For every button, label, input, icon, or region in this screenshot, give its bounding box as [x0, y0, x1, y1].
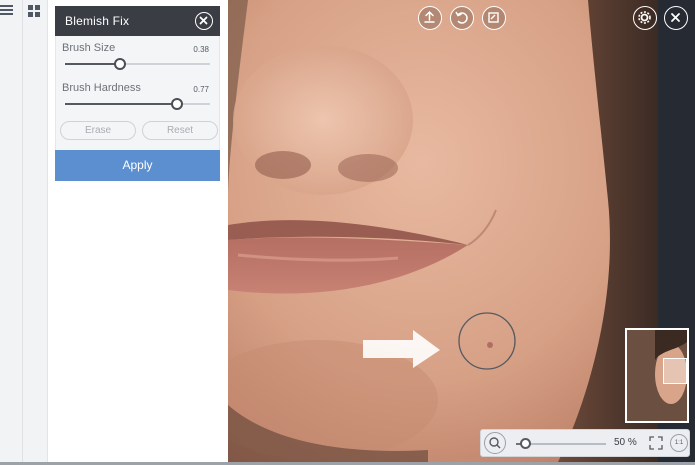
navigator-thumbnail[interactable]	[625, 328, 689, 423]
navigator-viewport[interactable]	[663, 358, 687, 384]
close-editor-icon[interactable]	[664, 6, 688, 30]
upload-icon[interactable]	[418, 6, 442, 30]
grid-icon[interactable]	[27, 4, 43, 18]
panel-header: Blemish Fix	[55, 6, 220, 36]
action-row: Erase Reset	[56, 116, 219, 144]
erase-button[interactable]: Erase	[60, 121, 136, 140]
undo-icon[interactable]	[450, 6, 474, 30]
brush-hardness-label: Brush Hardness	[62, 82, 141, 94]
actual-size-icon[interactable]: 1:1	[670, 434, 688, 452]
brush-size-slider: Brush Size 0.38	[56, 36, 219, 76]
zoom-bar: 50 % 1:1	[480, 429, 690, 457]
left-rail	[0, 0, 48, 462]
face-photo	[228, 0, 658, 462]
reset-button[interactable]: Reset	[142, 121, 218, 140]
close-icon[interactable]	[195, 12, 213, 30]
brush-hardness-handle[interactable]	[170, 98, 183, 110]
zoom-value: 50 %	[614, 437, 637, 448]
zoom-handle[interactable]	[520, 438, 531, 449]
brush-hardness-value: 0.77	[193, 85, 209, 94]
photo-editor: Blemish Fix Brush Size 0.38 Brush Hardne…	[0, 0, 695, 465]
brush-size-track[interactable]	[65, 58, 210, 70]
compare-icon[interactable]	[482, 6, 506, 30]
brush-hardness-track[interactable]	[65, 98, 210, 110]
brush-hardness-fill	[65, 103, 177, 105]
panel-title: Blemish Fix	[65, 14, 130, 28]
brush-size-label: Brush Size	[62, 42, 116, 54]
photo-canvas[interactable]	[228, 0, 658, 462]
menu-icon[interactable]	[0, 4, 16, 18]
zoom-slider[interactable]	[516, 438, 606, 449]
blemish-fix-panel: Blemish Fix Brush Size 0.38 Brush Hardne…	[55, 6, 220, 181]
fit-screen-icon[interactable]	[649, 436, 663, 450]
settings-icon[interactable]	[633, 6, 657, 30]
rail-divider	[22, 0, 23, 462]
brush-size-handle[interactable]	[114, 58, 127, 70]
brush-hardness-slider: Brush Hardness 0.77	[56, 76, 219, 116]
apply-button[interactable]: Apply	[55, 150, 220, 181]
brush-size-value: 0.38	[193, 45, 209, 54]
zoom-icon[interactable]	[484, 432, 506, 454]
panel-body: Brush Size 0.38 Brush Hardness 0.77 Eras…	[55, 36, 220, 150]
brush-size-fill	[65, 63, 121, 65]
